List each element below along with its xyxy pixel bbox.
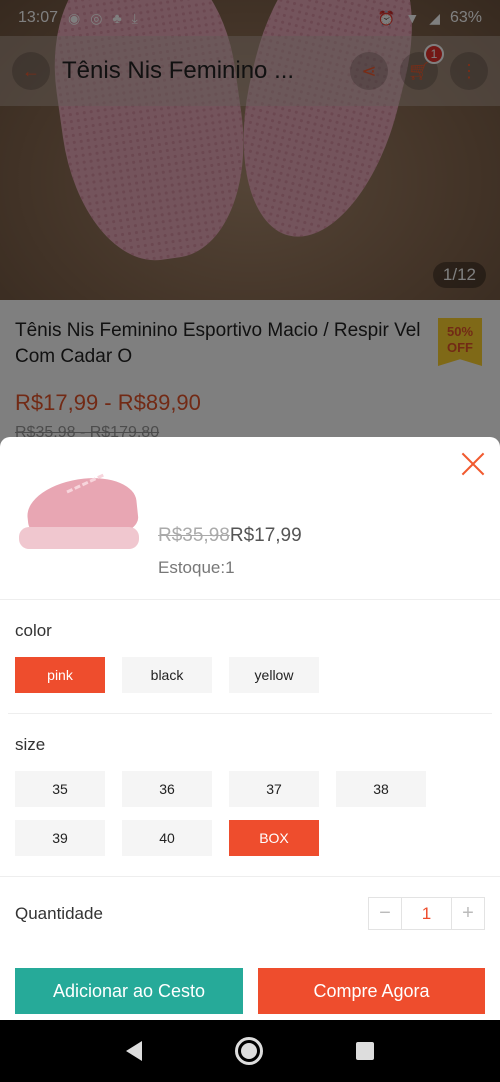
divider xyxy=(8,713,492,714)
size-option-38[interactable]: 38 xyxy=(336,771,426,807)
decrease-button[interactable]: − xyxy=(369,898,401,929)
color-label: color xyxy=(15,621,52,640)
stock-value: 1 xyxy=(225,558,235,577)
stock-info: Estoque: 1 xyxy=(158,558,235,578)
size-option-40[interactable]: 40 xyxy=(122,820,212,856)
close-icon[interactable] xyxy=(460,451,486,477)
divider xyxy=(0,599,500,600)
size-option-35[interactable]: 35 xyxy=(15,771,105,807)
add-to-cart-button[interactable]: Adicionar ao Cesto xyxy=(15,968,243,1014)
product-thumbnail xyxy=(15,465,143,565)
original-price: R$35,98 xyxy=(158,525,230,546)
plus-icon: + xyxy=(462,902,474,924)
quantity-input[interactable]: 1 xyxy=(401,898,452,929)
stock-label: Estoque: xyxy=(158,558,226,577)
sheet-price: R$35,98R$17,99 xyxy=(158,525,302,547)
divider xyxy=(0,876,500,877)
buy-now-button[interactable]: Compre Agora xyxy=(258,968,485,1014)
increase-button[interactable]: + xyxy=(452,898,484,929)
nav-recents-icon[interactable] xyxy=(355,1042,374,1060)
minus-icon: − xyxy=(379,902,391,924)
color-option-pink[interactable]: pink xyxy=(15,657,105,693)
nav-home-icon[interactable] xyxy=(234,1037,263,1065)
quantity-stepper: − 1 + xyxy=(368,897,485,930)
color-option-yellow[interactable]: yellow xyxy=(229,657,319,693)
variant-sheet: R$35,98R$17,99 Estoque: 1 color pink blac… xyxy=(0,437,500,1020)
nav-back-icon[interactable] xyxy=(126,1041,143,1061)
navigation-bar xyxy=(0,1020,500,1082)
color-option-black[interactable]: black xyxy=(122,657,212,693)
current-price: R$17,99 xyxy=(229,525,302,546)
size-option-box[interactable]: BOX xyxy=(229,820,319,856)
size-label: size xyxy=(15,735,46,754)
quantity-label: Quantidade xyxy=(15,904,103,923)
size-option-39[interactable]: 39 xyxy=(15,820,105,856)
size-option-37[interactable]: 37 xyxy=(229,771,319,807)
size-option-36[interactable]: 36 xyxy=(122,771,212,807)
